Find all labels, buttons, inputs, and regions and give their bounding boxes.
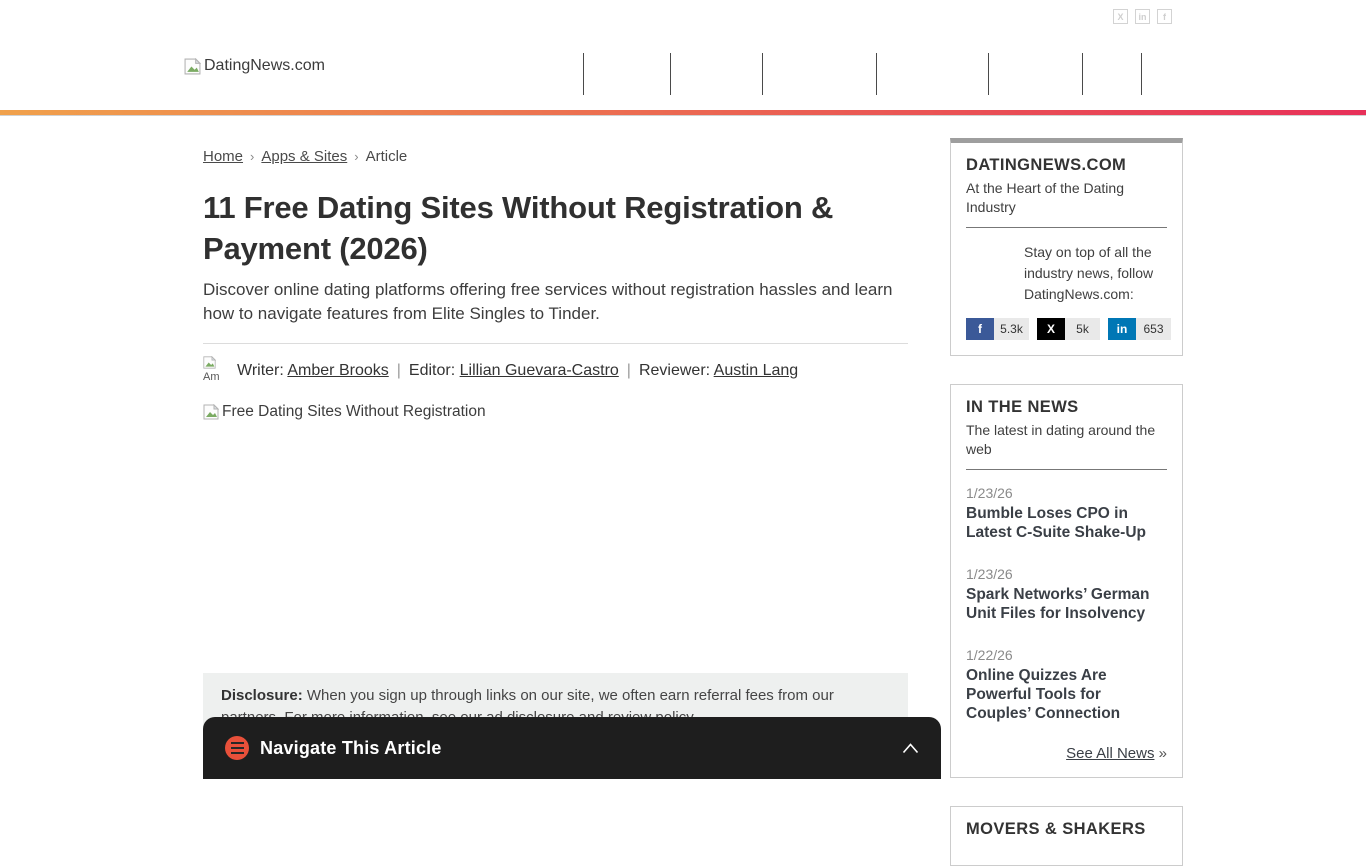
editor-label: Editor: <box>408 362 456 379</box>
breadcrumb-current: Article <box>365 148 408 165</box>
broken-image-icon <box>203 404 219 420</box>
movers-shakers-widget: MOVERS & SHAKERS <box>950 806 1183 866</box>
news-headline-link[interactable]: Online Quizzes Are Powerful Tools for Co… <box>966 666 1167 723</box>
byline-text: Writer: Amber Brooks | Editor: Lillian Gue… <box>237 362 798 380</box>
byline-separator: | <box>396 362 401 379</box>
sidebar: DATINGNEWS.COM At the Heart of the Datin… <box>950 138 1183 866</box>
follow-social-buttons: f 5.3k X 5k in 653 <box>966 318 1171 340</box>
linkedin-icon[interactable]: in <box>1135 9 1150 24</box>
about-widget: DATINGNEWS.COM At the Heart of the Datin… <box>950 138 1183 356</box>
writer-label: Writer: <box>237 362 284 379</box>
editor-link[interactable]: Lillian Guevara-Castro <box>460 362 619 379</box>
facebook-icon[interactable]: f <box>1157 9 1172 24</box>
navigate-bar[interactable]: Navigate This Article <box>203 717 941 779</box>
author-avatar-alt: Am <box>203 371 220 383</box>
facebook-count: 5.3k <box>994 318 1029 340</box>
news-item: 1/23/26 Bumble Loses CPO in Latest C-Sui… <box>966 485 1167 542</box>
divider <box>966 227 1167 228</box>
in-the-news-tagline: The latest in dating around the web <box>966 422 1156 457</box>
writer-link[interactable]: Amber Brooks <box>287 362 388 379</box>
news-date: 1/23/26 <box>966 566 1013 582</box>
about-tagline: At the Heart of the Dating Industry <box>966 180 1124 215</box>
article-column: Home › Apps & Sites › Article 11 Free Dating… <box>203 148 908 741</box>
news-date: 1/22/26 <box>966 647 1013 663</box>
breadcrumb-home[interactable]: Home <box>203 148 243 165</box>
linkedin-count: 653 <box>1136 318 1171 340</box>
site-logo[interactable]: DatingNews.com <box>184 57 325 75</box>
hero-image: Free Dating Sites Without Registration <box>203 403 908 421</box>
header-accent-bar <box>0 110 1366 115</box>
byline: Am Writer: Amber Brooks | Editor: Lillian … <box>203 356 908 386</box>
linkedin-follow-button[interactable]: in 653 <box>1108 318 1171 340</box>
linkedin-icon: in <box>1108 318 1136 340</box>
in-the-news-heading: IN THE NEWS <box>966 398 1079 416</box>
movers-shakers-heading: MOVERS & SHAKERS <box>966 820 1146 838</box>
x-count: 5k <box>1065 318 1100 340</box>
see-all-arrow: » <box>1158 745 1167 762</box>
facebook-follow-button[interactable]: f 5.3k <box>966 318 1029 340</box>
nav-divider <box>1082 53 1083 95</box>
news-item: 1/23/26 Spark Networks’ German Unit File… <box>966 566 1167 623</box>
hero-image-alt: Free Dating Sites Without Registration <box>222 403 486 420</box>
article-subtitle: Discover online dating platforms offerin… <box>203 280 893 323</box>
about-heading: DATINGNEWS.COM <box>966 156 1127 174</box>
news-date: 1/23/26 <box>966 485 1013 501</box>
news-headline-link[interactable]: Spark Networks’ German Unit Files for In… <box>966 585 1167 623</box>
navigate-bar-label: Navigate This Article <box>260 737 442 758</box>
news-item: 1/22/26 Online Quizzes Are Powerful Tool… <box>966 647 1167 723</box>
site-header: X in f DatingNews.com <box>0 0 1366 110</box>
broken-image-icon <box>203 356 216 369</box>
header-social-icons: X in f <box>1113 9 1172 24</box>
reviewer-label: Reviewer: <box>638 362 711 379</box>
author-avatar: Am <box>203 356 229 386</box>
nav-divider <box>583 53 584 95</box>
nav-divider <box>988 53 989 95</box>
see-all-news-link[interactable]: See All News <box>1066 745 1154 762</box>
x-icon: X <box>1037 318 1065 340</box>
see-all-news: See All News » <box>966 745 1167 762</box>
byline-separator: | <box>626 362 631 379</box>
news-headline-link[interactable]: Bumble Loses CPO in Latest C-Suite Shake… <box>966 504 1167 542</box>
list-icon <box>225 736 249 760</box>
in-the-news-widget: IN THE NEWS The latest in dating around … <box>950 384 1183 778</box>
nav-divider <box>670 53 671 95</box>
broken-image-icon <box>184 57 201 74</box>
breadcrumb-separator: › <box>354 149 359 164</box>
site-logo-text: DatingNews.com <box>204 57 325 74</box>
x-follow-button[interactable]: X 5k <box>1037 318 1100 340</box>
x-icon[interactable]: X <box>1113 9 1128 24</box>
disclosure-label: Disclosure: <box>221 687 303 704</box>
nav-divider <box>762 53 763 95</box>
reviewer-link[interactable]: Austin Lang <box>714 362 799 379</box>
divider <box>203 343 908 344</box>
divider <box>966 469 1167 470</box>
follow-text: Stay on top of all the industry news, fo… <box>1024 244 1154 302</box>
nav-divider <box>1141 53 1142 95</box>
breadcrumb: Home › Apps & Sites › Article <box>203 148 908 165</box>
facebook-icon: f <box>966 318 994 340</box>
breadcrumb-separator: › <box>250 149 255 164</box>
breadcrumb-apps-sites[interactable]: Apps & Sites <box>261 148 347 165</box>
chevron-up-icon[interactable] <box>902 742 919 754</box>
page-title: 11 Free Dating Sites Without Registratio… <box>203 190 834 266</box>
nav-divider <box>876 53 877 95</box>
